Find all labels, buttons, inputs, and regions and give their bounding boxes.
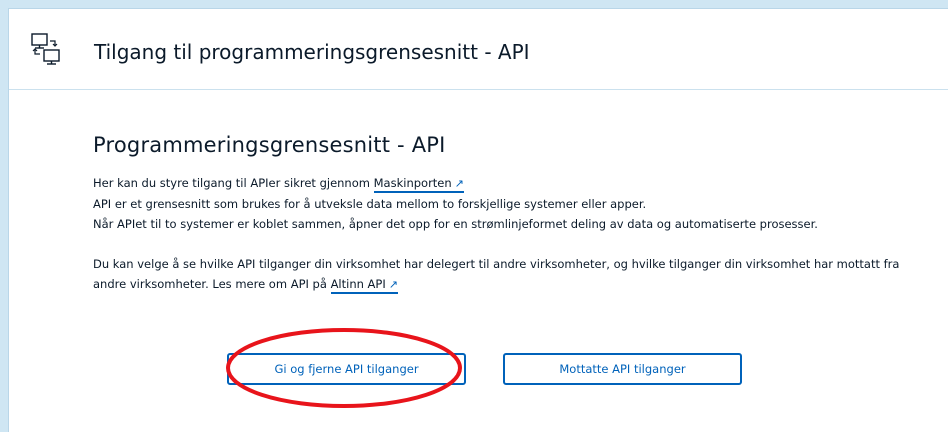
- section-title: Programmeringsgrensesnitt - API: [93, 133, 446, 157]
- details-line-2: andre virksomheter. Les mere om API på A…: [93, 274, 933, 295]
- details-line-1: Du kan velge å se hvilke API tilganger d…: [93, 257, 900, 271]
- altinn-api-link[interactable]: Altinn API ↗: [330, 277, 398, 294]
- maskinporten-link[interactable]: Maskinporten ↗: [373, 176, 464, 193]
- intro-paragraph: Her kan du styre tilgang til APIer sikre…: [93, 173, 933, 234]
- altinn-api-link-label: Altinn API: [330, 277, 386, 291]
- intro-text: Her kan du styre tilgang til APIer sikre…: [93, 176, 370, 190]
- intro-line-2: API er et grensesnitt som brukes for å u…: [93, 197, 647, 211]
- external-link-icon: ↗: [454, 177, 464, 190]
- details-paragraph: Du kan velge å se hvilke API tilganger d…: [93, 254, 933, 295]
- maskinporten-link-label: Maskinporten: [373, 176, 452, 190]
- details-text: andre virksomheter. Les mere om API på: [93, 277, 327, 291]
- page-frame: Tilgang til programmeringsgrensesnitt - …: [8, 8, 948, 432]
- page-title: Tilgang til programmeringsgrensesnitt - …: [94, 40, 530, 64]
- page-header: Tilgang til programmeringsgrensesnitt - …: [9, 9, 948, 90]
- intro-line-3: Når APIet til to systemer er koblet samm…: [93, 217, 818, 231]
- received-api-access-button[interactable]: Mottatte API tilganger: [503, 353, 742, 385]
- intro-line-1: Her kan du styre tilgang til APIer sikre…: [93, 173, 933, 194]
- external-link-icon: ↗: [388, 278, 398, 291]
- give-remove-api-access-button[interactable]: Gi og fjerne API tilganger: [227, 353, 466, 385]
- computers-network-icon: [31, 33, 60, 65]
- main-content: Programmeringsgrensesnitt - API Her kan …: [93, 133, 933, 295]
